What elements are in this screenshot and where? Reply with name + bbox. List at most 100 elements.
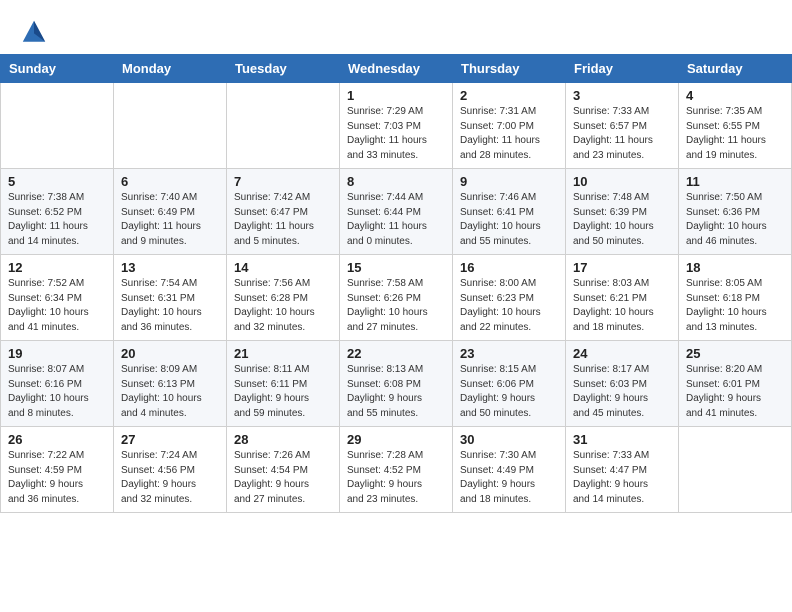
- day-number: 5: [8, 174, 106, 189]
- calendar-cell: [1, 83, 114, 169]
- day-info: Sunrise: 7:52 AMSunset: 6:34 PMDaylight:…: [8, 277, 106, 335]
- day-info: Sunrise: 8:03 AMSunset: 6:21 PMDaylight:…: [573, 277, 671, 335]
- day-info: Sunrise: 7:33 AMSunset: 4:47 PMDaylight:…: [573, 449, 671, 507]
- calendar-cell: 7 Sunrise: 7:42 AMSunset: 6:47 PMDaylight…: [227, 169, 340, 255]
- day-number: 22: [347, 346, 445, 361]
- day-info: Sunrise: 8:00 AMSunset: 6:23 PMDaylight:…: [460, 277, 558, 335]
- calendar-cell: 22 Sunrise: 8:13 AMSunset: 6:08 PMDayligh…: [340, 341, 453, 427]
- day-number: 20: [121, 346, 219, 361]
- calendar-week-2: 12 Sunrise: 7:52 AMSunset: 6:34 PMDayligh…: [1, 255, 792, 341]
- calendar-cell: [679, 427, 792, 513]
- calendar-cell: [114, 83, 227, 169]
- calendar-cell: 21 Sunrise: 8:11 AMSunset: 6:11 PMDayligh…: [227, 341, 340, 427]
- day-number: 17: [573, 260, 671, 275]
- calendar-header-friday: Friday: [566, 55, 679, 83]
- day-info: Sunrise: 8:17 AMSunset: 6:03 PMDaylight:…: [573, 363, 671, 421]
- day-info: Sunrise: 7:42 AMSunset: 6:47 PMDaylight:…: [234, 191, 332, 249]
- calendar-cell: 24 Sunrise: 8:17 AMSunset: 6:03 PMDayligh…: [566, 341, 679, 427]
- calendar-cell: 2 Sunrise: 7:31 AMSunset: 7:00 PMDaylight…: [453, 83, 566, 169]
- day-number: 19: [8, 346, 106, 361]
- calendar-cell: 15 Sunrise: 7:58 AMSunset: 6:26 PMDayligh…: [340, 255, 453, 341]
- calendar-cell: 31 Sunrise: 7:33 AMSunset: 4:47 PMDayligh…: [566, 427, 679, 513]
- calendar-cell: 1 Sunrise: 7:29 AMSunset: 7:03 PMDaylight…: [340, 83, 453, 169]
- calendar-header-thursday: Thursday: [453, 55, 566, 83]
- day-info: Sunrise: 8:11 AMSunset: 6:11 PMDaylight:…: [234, 363, 332, 421]
- day-info: Sunrise: 7:50 AMSunset: 6:36 PMDaylight:…: [686, 191, 784, 249]
- day-info: Sunrise: 7:33 AMSunset: 6:57 PMDaylight:…: [573, 105, 671, 163]
- calendar-header-sunday: Sunday: [1, 55, 114, 83]
- calendar-week-4: 26Sunrise: 7:22 AMSunset: 4:59 PMDayligh…: [1, 427, 792, 513]
- day-number: 31: [573, 432, 671, 447]
- day-info: Sunrise: 8:13 AMSunset: 6:08 PMDaylight:…: [347, 363, 445, 421]
- calendar-cell: 19 Sunrise: 8:07 AMSunset: 6:16 PMDayligh…: [1, 341, 114, 427]
- day-info: Sunrise: 7:54 AMSunset: 6:31 PMDaylight:…: [121, 277, 219, 335]
- calendar-cell: 5 Sunrise: 7:38 AMSunset: 6:52 PMDaylight…: [1, 169, 114, 255]
- day-info: Sunrise: 8:07 AMSunset: 6:16 PMDaylight:…: [8, 363, 106, 421]
- logo-icon: [20, 18, 48, 46]
- day-number: 6: [121, 174, 219, 189]
- day-info: Sunrise: 7:38 AMSunset: 6:52 PMDaylight:…: [8, 191, 106, 249]
- day-info: Sunrise: 7:44 AMSunset: 6:44 PMDaylight:…: [347, 191, 445, 249]
- day-number: 15: [347, 260, 445, 275]
- calendar-cell: 26Sunrise: 7:22 AMSunset: 4:59 PMDayligh…: [1, 427, 114, 513]
- day-number: 18: [686, 260, 784, 275]
- day-number: 26: [8, 432, 106, 447]
- day-number: 10: [573, 174, 671, 189]
- calendar-cell: 4Sunrise: 7:35 AMSunset: 6:55 PMDaylight…: [679, 83, 792, 169]
- calendar-header-monday: Monday: [114, 55, 227, 83]
- day-number: 24: [573, 346, 671, 361]
- day-info: Sunrise: 7:28 AMSunset: 4:52 PMDaylight:…: [347, 449, 445, 507]
- day-number: 28: [234, 432, 332, 447]
- day-number: 23: [460, 346, 558, 361]
- day-number: 16: [460, 260, 558, 275]
- calendar-cell: 10Sunrise: 7:48 AMSunset: 6:39 PMDayligh…: [566, 169, 679, 255]
- day-info: Sunrise: 7:26 AMSunset: 4:54 PMDaylight:…: [234, 449, 332, 507]
- day-number: 7: [234, 174, 332, 189]
- day-info: Sunrise: 7:29 AMSunset: 7:03 PMDaylight:…: [347, 105, 445, 163]
- day-number: 11: [686, 174, 784, 189]
- calendar-cell: 8 Sunrise: 7:44 AMSunset: 6:44 PMDaylight…: [340, 169, 453, 255]
- calendar-cell: 30 Sunrise: 7:30 AMSunset: 4:49 PMDayligh…: [453, 427, 566, 513]
- day-info: Sunrise: 7:31 AMSunset: 7:00 PMDaylight:…: [460, 105, 558, 163]
- day-number: 2: [460, 88, 558, 103]
- day-info: Sunrise: 7:24 AMSunset: 4:56 PMDaylight:…: [121, 449, 219, 507]
- calendar-header-wednesday: Wednesday: [340, 55, 453, 83]
- day-number: 14: [234, 260, 332, 275]
- day-info: Sunrise: 8:15 AMSunset: 6:06 PMDaylight:…: [460, 363, 558, 421]
- calendar-cell: 16 Sunrise: 8:00 AMSunset: 6:23 PMDayligh…: [453, 255, 566, 341]
- day-number: 25: [686, 346, 784, 361]
- day-number: 30: [460, 432, 558, 447]
- day-info: Sunrise: 7:56 AMSunset: 6:28 PMDaylight:…: [234, 277, 332, 335]
- day-number: 21: [234, 346, 332, 361]
- calendar-header-saturday: Saturday: [679, 55, 792, 83]
- day-info: Sunrise: 8:09 AMSunset: 6:13 PMDaylight:…: [121, 363, 219, 421]
- calendar-cell: 18 Sunrise: 8:05 AMSunset: 6:18 PMDayligh…: [679, 255, 792, 341]
- calendar-cell: 25Sunrise: 8:20 AMSunset: 6:01 PMDayligh…: [679, 341, 792, 427]
- calendar-cell: 17 Sunrise: 8:03 AMSunset: 6:21 PMDayligh…: [566, 255, 679, 341]
- calendar-week-3: 19 Sunrise: 8:07 AMSunset: 6:16 PMDayligh…: [1, 341, 792, 427]
- day-number: 13: [121, 260, 219, 275]
- calendar-cell: 14 Sunrise: 7:56 AMSunset: 6:28 PMDayligh…: [227, 255, 340, 341]
- calendar: SundayMondayTuesdayWednesdayThursdayFrid…: [0, 54, 792, 513]
- calendar-cell: 27 Sunrise: 7:24 AMSunset: 4:56 PMDayligh…: [114, 427, 227, 513]
- calendar-week-0: 1 Sunrise: 7:29 AMSunset: 7:03 PMDaylight…: [1, 83, 792, 169]
- day-number: 29: [347, 432, 445, 447]
- day-number: 12: [8, 260, 106, 275]
- day-info: Sunrise: 8:05 AMSunset: 6:18 PMDaylight:…: [686, 277, 784, 335]
- day-info: Sunrise: 7:35 AMSunset: 6:55 PMDaylight:…: [686, 105, 784, 163]
- calendar-cell: 9Sunrise: 7:46 AMSunset: 6:41 PMDaylight…: [453, 169, 566, 255]
- calendar-cell: 13 Sunrise: 7:54 AMSunset: 6:31 PMDayligh…: [114, 255, 227, 341]
- day-number: 1: [347, 88, 445, 103]
- calendar-cell: [227, 83, 340, 169]
- day-number: 8: [347, 174, 445, 189]
- day-number: 27: [121, 432, 219, 447]
- day-info: Sunrise: 7:46 AMSunset: 6:41 PMDaylight:…: [460, 191, 558, 249]
- day-info: Sunrise: 7:58 AMSunset: 6:26 PMDaylight:…: [347, 277, 445, 335]
- calendar-cell: 3 Sunrise: 7:33 AMSunset: 6:57 PMDaylight…: [566, 83, 679, 169]
- day-info: Sunrise: 7:30 AMSunset: 4:49 PMDaylight:…: [460, 449, 558, 507]
- logo: [20, 18, 52, 46]
- calendar-header-tuesday: Tuesday: [227, 55, 340, 83]
- calendar-cell: 23 Sunrise: 8:15 AMSunset: 6:06 PMDayligh…: [453, 341, 566, 427]
- day-info: Sunrise: 7:40 AMSunset: 6:49 PMDaylight:…: [121, 191, 219, 249]
- day-number: 3: [573, 88, 671, 103]
